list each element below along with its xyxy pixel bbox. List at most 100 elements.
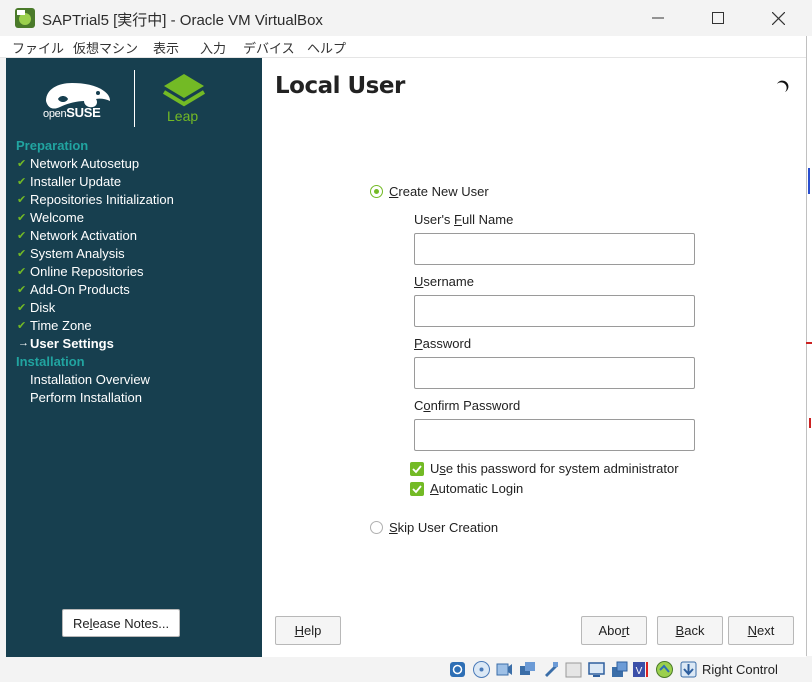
- create-new-user-radio[interactable]: [370, 185, 383, 198]
- release-notes-label: Re: [72, 615, 90, 631]
- help-button[interactable]: Help: [275, 616, 341, 645]
- skip-user-label-mnemonic: S: [389, 520, 398, 535]
- host-background-strip: [806, 36, 812, 656]
- video-capture-status-icon[interactable]: [610, 660, 629, 679]
- release-notes-button[interactable]: Re l ease Notes...: [62, 609, 180, 637]
- step-network-autosetup: Network Autosetup: [30, 156, 140, 171]
- menu-help[interactable]: ヘルプ: [307, 38, 346, 57]
- password-label-post: assword: [422, 336, 472, 351]
- confirm-password-label-mnemonic: o: [423, 398, 431, 413]
- step-welcome: Welcome: [30, 210, 84, 225]
- checkmark-icon: [412, 485, 422, 494]
- step-perform-installation: Perform Installation: [30, 390, 142, 405]
- minimize-button[interactable]: [628, 0, 688, 36]
- shared-folders-status-icon[interactable]: [564, 660, 583, 679]
- create-new-user-label[interactable]: Create New User: [389, 184, 489, 199]
- use-password-label-pre: U: [430, 461, 440, 476]
- window-titlebar: SAPTrial5 [実行中] - Oracle VM VirtualBox: [0, 0, 812, 36]
- password-input[interactable]: [414, 357, 695, 389]
- confirm-password-input[interactable]: [414, 419, 695, 451]
- username-label: Username: [414, 274, 474, 289]
- help-label-mnemonic: H: [294, 623, 305, 638]
- optical-drive-status-icon[interactable]: [472, 660, 491, 679]
- automatic-login-label-mnemonic: A: [430, 481, 439, 496]
- page-title: Local User: [275, 73, 405, 99]
- guest-additions-status-icon[interactable]: [655, 660, 674, 679]
- check-icon: ✔: [17, 320, 27, 332]
- check-icon: ✔: [17, 176, 27, 188]
- host-background-mark: [809, 418, 811, 428]
- username-input[interactable]: [414, 295, 695, 327]
- next-button[interactable]: Next: [728, 616, 794, 645]
- section-installation: Installation: [16, 354, 85, 369]
- help-label-post: elp: [304, 623, 322, 638]
- opensuse-wordmark: openSUSE: [43, 105, 101, 120]
- abort-button[interactable]: Abo r t: [581, 616, 647, 645]
- next-label-mnemonic: N: [747, 623, 758, 638]
- full-name-label: User's Full Name: [414, 212, 513, 227]
- skip-user-creation-radio[interactable]: [370, 521, 383, 534]
- confirm-password-label-pre: C: [414, 398, 424, 413]
- maximize-icon: [712, 12, 724, 24]
- use-password-for-admin-label[interactable]: Use this password for system administrat…: [430, 461, 679, 476]
- automatic-login-label[interactable]: Automatic Login: [430, 481, 523, 496]
- close-button[interactable]: [748, 0, 808, 36]
- check-icon: ✔: [17, 230, 27, 242]
- skip-user-label-post: kip User Creation: [397, 520, 499, 535]
- abort-label-post: t: [625, 623, 630, 638]
- next-label-post: ext: [757, 623, 775, 638]
- skip-user-creation-label[interactable]: Skip User Creation: [389, 520, 498, 535]
- step-network-activation: Network Activation: [30, 228, 137, 243]
- network-status-icon[interactable]: [518, 660, 537, 679]
- hard-disk-status-icon[interactable]: [448, 660, 467, 679]
- automatic-login-label-post: utomatic Login: [438, 481, 524, 496]
- menu-file[interactable]: ファイル: [12, 38, 64, 57]
- virtualization-status-icon[interactable]: V: [631, 660, 650, 679]
- back-button[interactable]: Back: [657, 616, 723, 645]
- confirm-password-label-post: nfirm Password: [430, 398, 521, 413]
- virtualbox-icon: [15, 8, 35, 28]
- menu-input[interactable]: 入力: [200, 38, 226, 57]
- step-system-analysis: System Analysis: [30, 246, 125, 261]
- username-label-mnemonic: U: [414, 274, 424, 289]
- check-icon: ✔: [17, 212, 27, 224]
- audio-status-icon[interactable]: [495, 660, 514, 679]
- menu-view[interactable]: 表示: [153, 38, 179, 57]
- window-title: SAPTrial5 [実行中] - Oracle VM VirtualBox: [42, 12, 323, 29]
- logo-divider: [134, 70, 135, 127]
- menu-bar: ファイル 仮想マシン 表示 入力 デバイス ヘルプ: [0, 36, 812, 58]
- display-status-icon[interactable]: [587, 660, 606, 679]
- host-key-label: Right Control: [702, 662, 778, 677]
- usb-status-icon[interactable]: [541, 660, 560, 679]
- create-new-user-label-mnemonic: C: [389, 184, 399, 199]
- maximize-button[interactable]: [688, 0, 748, 36]
- step-repositories-init: Repositories Initialization: [30, 192, 174, 207]
- check-icon: ✔: [17, 284, 27, 296]
- check-icon: ✔: [17, 248, 27, 260]
- host-background-mark: [806, 342, 812, 344]
- menu-devices[interactable]: デバイス: [243, 38, 295, 57]
- password-label: Password: [414, 336, 471, 351]
- use-password-for-admin-checkbox[interactable]: [410, 462, 424, 476]
- check-icon: ✔: [17, 302, 27, 314]
- host-key-arrow-icon[interactable]: [679, 660, 698, 679]
- close-icon: [771, 11, 785, 25]
- username-label-post: sername: [423, 274, 474, 289]
- menu-machine[interactable]: 仮想マシン: [73, 38, 138, 57]
- back-label-mnemonic: B: [675, 623, 685, 638]
- current-step-arrow-icon: →: [18, 337, 29, 349]
- check-icon: ✔: [17, 266, 27, 278]
- use-password-label-post: e this password for system administrator: [445, 461, 679, 476]
- create-new-user-label-post: reate New User: [398, 184, 489, 199]
- abort-label-pre: Abo: [598, 623, 622, 638]
- check-icon: ✔: [17, 158, 27, 170]
- automatic-login-checkbox[interactable]: [410, 482, 424, 496]
- step-time-zone: Time Zone: [30, 318, 92, 333]
- full-name-label-pre: User's: [414, 212, 455, 227]
- step-installer-update: Installer Update: [30, 174, 122, 189]
- step-addon-products: Add-On Products: [30, 282, 130, 297]
- full-name-input[interactable]: [414, 233, 695, 265]
- leap-logo-icon: [162, 74, 206, 107]
- host-background-mark: [808, 168, 810, 194]
- theme-toggle-moon-icon[interactable]: [776, 79, 790, 93]
